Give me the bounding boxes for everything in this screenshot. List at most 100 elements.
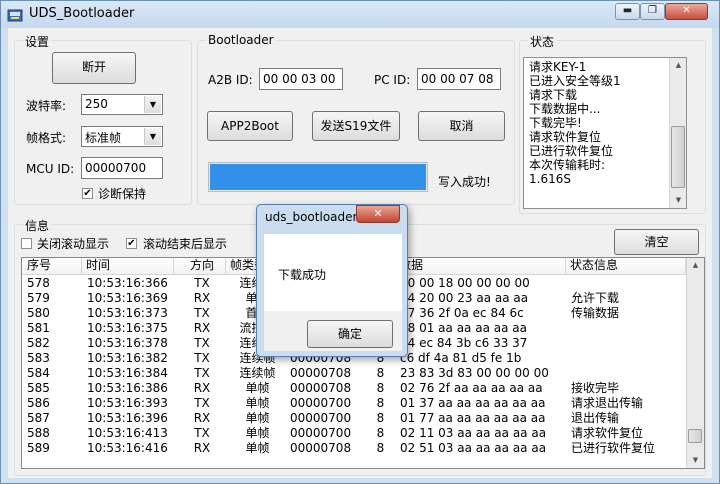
- table-cell: 578: [27, 276, 50, 290]
- a2b-id-field[interactable]: 00 00 03 00: [259, 68, 343, 90]
- diag-hold-label: 诊断保持: [98, 187, 147, 201]
- baud-label: 波特率:: [26, 99, 67, 113]
- clear-button[interactable]: 清空: [614, 229, 699, 255]
- close-button[interactable]: ✕: [665, 3, 708, 20]
- table-row[interactable]: 588 10:53:16:413 TX 单帧 00000700 8 02 11 03 aa …: [22, 426, 682, 441]
- table-cell: 接收完毕: [571, 381, 620, 395]
- column-header[interactable]: 时间: [82, 258, 174, 275]
- table-cell: 10:53:16:413: [87, 426, 168, 440]
- table-cell: 00 00 18 00 00 00 00: [400, 276, 530, 290]
- column-header[interactable]: 状态信息: [566, 258, 686, 275]
- table-cell: 请求退出传输: [571, 396, 644, 410]
- table-cell: TX: [194, 336, 210, 350]
- table-cell: 17 36 2f 0a ec 84 6c: [400, 306, 524, 320]
- table-row[interactable]: 589 10:53:16:416 RX 单帧 00000708 8 02 51 03 aa …: [22, 441, 682, 456]
- table-cell: TX: [194, 351, 210, 365]
- table-cell: TX: [194, 306, 210, 320]
- app2boot-button[interactable]: APP2Boot: [207, 111, 293, 141]
- table-cell: 84 ec 84 3b c6 33 37: [400, 336, 528, 350]
- status-line: 本次传输耗时:: [529, 158, 606, 172]
- status-line: 1.616S: [529, 172, 571, 186]
- table-cell: 允许下载: [571, 291, 620, 305]
- scroll-thumb[interactable]: [688, 429, 702, 443]
- table-cell: 8: [376, 381, 385, 395]
- chevron-down-icon[interactable]: ▼: [144, 128, 161, 145]
- maximize-button[interactable]: ❐: [640, 3, 665, 20]
- scroll-thumb[interactable]: [671, 126, 685, 188]
- table-cell: 退出传输: [571, 411, 620, 425]
- table-cell: 580: [27, 306, 50, 320]
- table-row[interactable]: 584 10:53:16:384 TX 连续帧 00000708 8 23 83 3d 83…: [22, 366, 682, 381]
- disconnect-button[interactable]: 断开: [52, 52, 136, 84]
- table-cell: 00000708: [290, 381, 352, 395]
- status-line: 已进入安全等级1: [529, 74, 621, 88]
- status-line: 请求下载: [529, 88, 578, 102]
- table-cell: 584: [27, 366, 50, 380]
- frame-format-value: 标准帧: [85, 131, 122, 145]
- status-line: 已进行软件复位: [529, 144, 614, 158]
- table-cell: 08 01 aa aa aa aa aa: [400, 321, 527, 335]
- column-header[interactable]: 方向: [174, 258, 226, 275]
- table-cell: RX: [193, 321, 211, 335]
- table-row[interactable]: 585 10:53:16:386 RX 单帧 00000708 8 02 76 2f aa …: [22, 381, 682, 396]
- table-cell: 单帧: [245, 396, 270, 410]
- mcu-id-field[interactable]: 00000700: [81, 157, 163, 179]
- frame-format-select[interactable]: 标准帧 ▼: [81, 126, 163, 147]
- table-cell: 10:53:16:373: [87, 306, 168, 320]
- table-cell: 单帧: [245, 411, 270, 425]
- baud-value: 250: [85, 97, 108, 111]
- table-cell: 10:53:16:393: [87, 396, 168, 410]
- show-after-scroll-checkbox[interactable]: ✔: [126, 238, 137, 249]
- table-cell: 10:53:16:378: [87, 336, 168, 350]
- table-row[interactable]: 587 10:53:16:396 RX 单帧 00000700 8 01 77 aa aa …: [22, 411, 682, 426]
- dialog-footer: 确定: [264, 311, 402, 351]
- main-window: UDS_Bootloader ▬ ❐ ✕ 设置 断开 波特率: 250 ▼ 帧格…: [0, 0, 720, 484]
- table-cell: 02 11 03 aa aa aa aa aa: [400, 426, 547, 440]
- table-cell: 8: [376, 396, 385, 410]
- table-cell: 02 76 2f aa aa aa aa aa: [400, 381, 543, 395]
- status-group-label: 状态: [528, 33, 557, 50]
- status-line: 请求KEY-1: [529, 60, 587, 74]
- cancel-button[interactable]: 取消: [418, 111, 505, 141]
- dialog-title: uds_bootloader: [265, 210, 358, 224]
- table-cell: RX: [193, 291, 211, 305]
- write-status-text: 写入成功!: [438, 175, 491, 189]
- table-cell: 传输数据: [571, 306, 620, 320]
- scroll-up-icon[interactable]: ▲: [687, 258, 704, 273]
- diag-hold-checkbox[interactable]: ✔: [82, 188, 93, 199]
- table-cell: 582: [27, 336, 50, 350]
- table-cell: 10:53:16:366: [87, 276, 168, 290]
- dialog-close-icon[interactable]: ✕: [356, 205, 400, 223]
- status-scrollbar[interactable]: ▲ ▼: [669, 58, 686, 208]
- table-scrollbar[interactable]: ▲ ▼: [686, 258, 704, 468]
- close-scroll-checkbox[interactable]: [21, 238, 32, 249]
- send-s19-button[interactable]: 发送S19文件: [312, 111, 400, 141]
- table-cell: RX: [193, 381, 211, 395]
- column-header[interactable]: 数据: [395, 258, 566, 275]
- title-bar[interactable]: UDS_Bootloader ▬ ❐ ✕: [1, 1, 719, 28]
- table-cell: 10:53:16:369: [87, 291, 168, 305]
- column-header[interactable]: 序号: [22, 258, 82, 275]
- table-cell: TX: [194, 396, 210, 410]
- table-cell: 8: [376, 366, 385, 380]
- table-cell: 10:53:16:382: [87, 351, 168, 365]
- a2b-id-label: A2B ID:: [208, 73, 253, 87]
- table-cell: 586: [27, 396, 50, 410]
- table-cell: 579: [27, 291, 50, 305]
- scroll-down-icon[interactable]: ▼: [670, 193, 686, 208]
- status-log[interactable]: 请求KEY-1 已进入安全等级1 请求下载 下载数据中... 下载完毕! 请求软件复位 已进…: [523, 57, 687, 209]
- scroll-up-icon[interactable]: ▲: [670, 58, 686, 73]
- dialog-ok-button[interactable]: 确定: [307, 320, 393, 348]
- table-cell: 23 83 3d 83 00 00 00 00: [400, 366, 549, 380]
- minimize-button[interactable]: ▬: [615, 3, 640, 20]
- chevron-down-icon[interactable]: ▼: [144, 96, 161, 113]
- window-title: UDS_Bootloader: [29, 6, 135, 21]
- scroll-down-icon[interactable]: ▼: [687, 453, 704, 468]
- table-row[interactable]: 586 10:53:16:393 TX 单帧 00000700 8 01 37 aa aa …: [22, 396, 682, 411]
- table-cell: 588: [27, 426, 50, 440]
- status-line: 下载数据中...: [529, 102, 601, 116]
- pc-id-field[interactable]: 00 00 07 08: [417, 68, 501, 90]
- baud-select[interactable]: 250 ▼: [81, 94, 163, 115]
- table-cell: 587: [27, 411, 50, 425]
- table-cell: 00000708: [290, 441, 352, 455]
